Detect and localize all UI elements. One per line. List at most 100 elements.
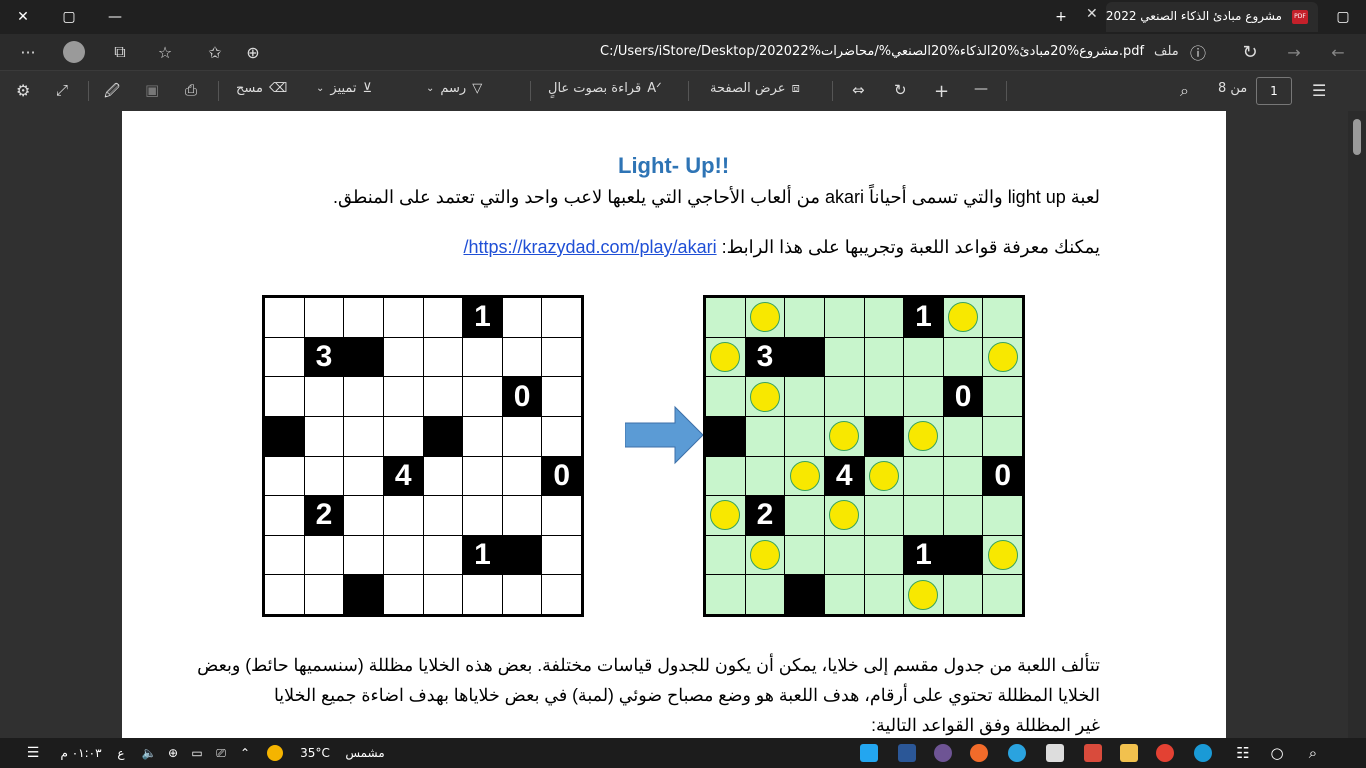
forward-icon[interactable]: →: [1282, 40, 1306, 64]
close-window-button[interactable]: ✕: [0, 0, 46, 34]
refresh-icon[interactable]: ↻: [1238, 40, 1262, 64]
back-icon[interactable]: ←: [1326, 40, 1350, 64]
telegram-app-icon[interactable]: [1004, 743, 1030, 763]
edge-app-icon[interactable]: [1190, 743, 1216, 763]
grid-cell: [864, 298, 904, 337]
globe-icon[interactable]: ⊕: [164, 743, 182, 763]
print-icon[interactable]: ⎙: [185, 81, 197, 99]
sun-icon[interactable]: [262, 743, 288, 763]
favorites-icon[interactable]: ☆: [153, 40, 177, 64]
battery-icon[interactable]: ▭: [188, 743, 206, 763]
widgets-icon[interactable]: ☷: [1230, 743, 1256, 763]
grid-cell: [423, 535, 463, 575]
taskbar: ⌕ ○ ☷ مشمس 35°C ⌃ ⎚ ▭ ⊕ 🔈 ع ٠١:٠٣ م ☰: [0, 738, 1366, 768]
save-as-icon[interactable]: 🖉: [104, 81, 120, 106]
weather-label: مشمس: [345, 746, 385, 760]
grid-cell: [904, 456, 943, 496]
volume-icon[interactable]: 🔈: [140, 743, 158, 763]
save-icon[interactable]: ▣: [145, 81, 159, 99]
tab-close-button[interactable]: ✕: [1086, 6, 1098, 22]
draw-button[interactable]: ⌄ رسم ▽: [426, 81, 482, 96]
link-line-prefix: يمكنك معرفة قواعد اللعبة وتجريبها على هذ…: [716, 237, 1100, 257]
highlight-button[interactable]: ⌄ تمييز ⊻: [316, 81, 372, 96]
browser-tab[interactable]: ✕ مشروع مبادئ الذكاء الصنعي 2022 PDF: [1086, 2, 1318, 32]
pdf-file-icon: PDF: [1292, 10, 1308, 24]
page-total: من 8: [1218, 81, 1248, 96]
info-icon[interactable]: ⓘ: [1186, 40, 1210, 64]
profile-avatar[interactable]: [60, 40, 88, 64]
settings-gear-icon[interactable]: ⚙: [16, 81, 30, 100]
bulb-icon: [908, 421, 939, 452]
task-view-icon[interactable]: ○: [1264, 743, 1290, 763]
restore-window-button[interactable]: ▢: [46, 0, 92, 34]
contents-icon[interactable]: ☰: [1312, 81, 1326, 100]
bulb-icon: [868, 460, 899, 491]
chevron-down-icon: ⌄: [426, 83, 435, 94]
grid-cell: [745, 535, 785, 575]
app-icon[interactable]: [966, 743, 992, 763]
rotate-icon[interactable]: ↻: [894, 81, 907, 99]
vertical-scrollbar[interactable]: [1348, 111, 1366, 738]
language-indicator[interactable]: ع: [112, 743, 130, 763]
akari-link[interactable]: https://krazydad.com/play/akari/: [463, 237, 716, 257]
erase-button[interactable]: مسح ⌫: [236, 81, 287, 96]
fit-width-icon[interactable]: ⇔: [852, 81, 865, 99]
chevron-up-icon[interactable]: ⌃: [236, 743, 254, 763]
search-icon[interactable]: ⌕: [1180, 81, 1189, 101]
add-favorite-icon[interactable]: ✩: [203, 40, 227, 64]
vscode-app-icon[interactable]: [856, 743, 882, 763]
bulb-icon: [749, 302, 780, 333]
grid-cell: [463, 575, 502, 614]
grid-cell: [304, 377, 344, 416]
grid-cell: [706, 377, 745, 416]
grid-cell: [383, 496, 423, 535]
grid-cell: [502, 496, 542, 535]
mail-app-icon[interactable]: [1042, 743, 1068, 763]
grid-cell: [304, 535, 344, 575]
url-text[interactable]: C:/Users/iStore/Desktop/202022%مشروع%20م…: [600, 44, 1144, 59]
word-app-icon[interactable]: [894, 743, 920, 763]
chevron-down-icon: ⌄: [316, 83, 325, 94]
usb-icon[interactable]: ⎚: [212, 743, 230, 763]
file-label: ملف: [1154, 44, 1179, 59]
bulb-icon: [987, 341, 1018, 372]
highlight-label: تمييز: [330, 81, 357, 96]
grid-cell: [265, 456, 304, 496]
bulb-icon: [829, 500, 860, 531]
minimize-window-button[interactable]: —: [92, 0, 138, 34]
zoom-in-button[interactable]: +: [934, 81, 949, 102]
github-app-icon[interactable]: [930, 743, 956, 763]
fullscreen-icon[interactable]: ⤢: [56, 81, 68, 99]
notifications-icon[interactable]: ☰: [20, 743, 46, 763]
grid-cell: [864, 456, 904, 496]
read-aloud-button[interactable]: قراءة بصوت عالٍ Aᐟ: [548, 81, 662, 96]
bulb-icon: [749, 381, 780, 412]
wall-cell: [785, 337, 824, 377]
page-number-input[interactable]: 1: [1256, 77, 1292, 105]
grid-cell: [542, 337, 581, 377]
wall-cell: [344, 575, 383, 614]
intro-line: لعبة light up والتي تسمى أحياناً akari م…: [332, 187, 1100, 207]
new-tab-button[interactable]: +: [1038, 0, 1084, 34]
page-view-button[interactable]: عرض الصفحة ⧈: [710, 81, 800, 96]
scrollbar-thumb[interactable]: [1353, 119, 1361, 155]
tab-actions-icon[interactable]: ▢: [1320, 0, 1366, 34]
document-viewer: Light- Up!! لعبة light up والتي تسمى أحي…: [0, 111, 1348, 738]
grid-cell: [824, 416, 864, 456]
grid-cell: [785, 496, 824, 535]
zoom-icon[interactable]: ⊕: [241, 40, 265, 64]
file-explorer-icon[interactable]: [1116, 743, 1142, 763]
grid-cell: [383, 575, 423, 614]
grid-cell: [983, 337, 1022, 377]
app-icon[interactable]: [1080, 743, 1106, 763]
pen-icon: ▽: [472, 81, 483, 96]
zoom-out-button[interactable]: —: [974, 81, 988, 97]
grid-cell: [344, 496, 383, 535]
chrome-app-icon[interactable]: [1152, 743, 1178, 763]
more-menu-button[interactable]: ···: [10, 40, 46, 64]
collections-icon[interactable]: ⧉: [108, 40, 132, 64]
grid-cell: [943, 575, 983, 614]
clock[interactable]: ٠١:٠٣ م: [56, 743, 106, 763]
grid-cell: [423, 298, 463, 337]
search-icon[interactable]: ⌕: [1300, 743, 1326, 763]
